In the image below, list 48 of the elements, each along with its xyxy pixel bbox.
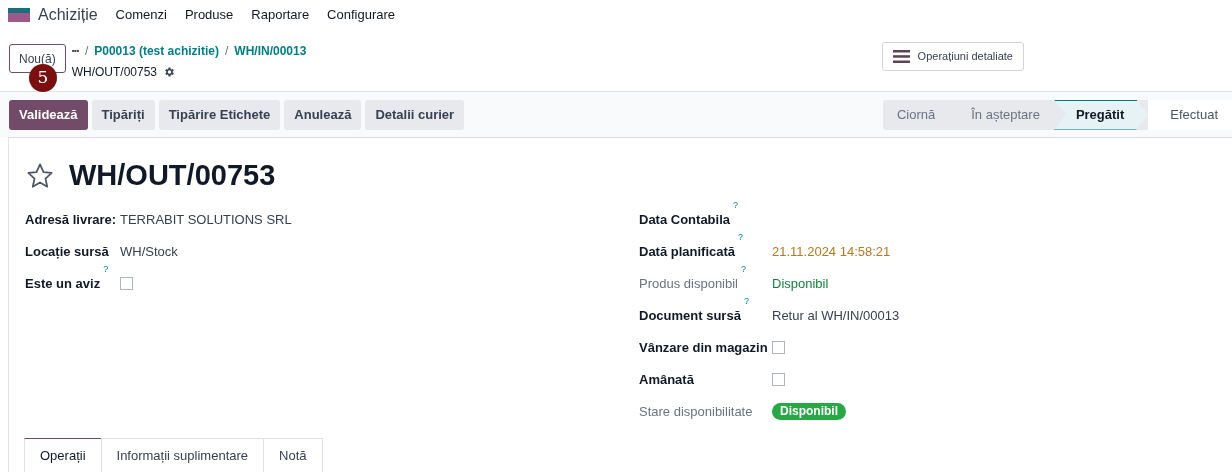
app-logo-icon[interactable]	[8, 8, 30, 22]
status-badge: Disponibil	[772, 403, 846, 420]
menu-item[interactable]: Produse	[184, 5, 234, 25]
record-title: WH/OUT/00753	[69, 158, 276, 193]
app-name[interactable]: Achiziție	[38, 3, 98, 27]
breadcrumb-link[interactable]: P00013 (test achizitie)	[94, 42, 219, 60]
status-step[interactable]: Efectuat	[1148, 99, 1232, 130]
menu-item[interactable]: Comenzi	[115, 5, 167, 25]
field-label: Dată planificată	[639, 242, 736, 261]
gear-icon[interactable]	[163, 66, 176, 78]
detailed-operations-button[interactable]: Operațiuni detaliate	[881, 42, 1024, 71]
form-tab[interactable]: Operații	[24, 437, 102, 472]
form-tab[interactable]: Notă	[263, 437, 323, 472]
field-value: Retur al WH/IN/00013	[772, 306, 900, 325]
field-label: Data Contabila	[639, 210, 730, 229]
field-label: Adresă livrare:	[25, 210, 117, 229]
field-label: Amânată	[639, 370, 694, 389]
breadcrumb-separator: /	[84, 43, 89, 60]
status-step[interactable]: Ciornă	[882, 99, 950, 130]
star-icon[interactable]	[25, 161, 55, 190]
breadcrumb-separator: /	[224, 43, 229, 60]
field-label: Stare disponibilitate	[639, 402, 753, 421]
checkbox[interactable]	[772, 373, 785, 386]
action-button[interactable]: Validează	[9, 99, 88, 130]
checkbox[interactable]	[120, 277, 133, 290]
menu-item[interactable]: Raportare	[251, 5, 310, 25]
status-step[interactable]: În așteptare	[949, 99, 1054, 130]
field-label: Vânzare din magazin	[639, 338, 768, 357]
field-value: TERRABIT SOLUTIONS SRL	[120, 210, 292, 229]
menu-icon	[892, 50, 910, 63]
date-value: 21.11.2024 14:58:21	[772, 242, 891, 261]
action-button[interactable]: Tipărire Etichete	[158, 99, 281, 130]
field-label: Produs disponibil	[639, 274, 738, 293]
status-step[interactable]: Pregătit	[1053, 99, 1149, 130]
action-button[interactable]: Anulează	[284, 99, 362, 130]
field-label: Document sursă	[639, 306, 741, 325]
breadcrumb-link[interactable]: WH/IN/00013	[234, 42, 307, 60]
breadcrumb-more[interactable]: •••	[71, 45, 79, 57]
field-label: Locație sursă	[25, 242, 109, 261]
step-badge: 5	[29, 64, 57, 92]
record-name: WH/OUT/00753	[71, 64, 158, 81]
field-value: WH/Stock	[120, 242, 178, 261]
action-button[interactable]: Detalii curier	[365, 99, 465, 130]
checkbox[interactable]	[772, 341, 785, 354]
menu-item[interactable]: Configurare	[327, 5, 396, 25]
action-button[interactable]: Tipăriți	[91, 99, 155, 130]
status-value: Disponibil	[772, 274, 829, 293]
field-label: Este un aviz	[25, 274, 101, 293]
